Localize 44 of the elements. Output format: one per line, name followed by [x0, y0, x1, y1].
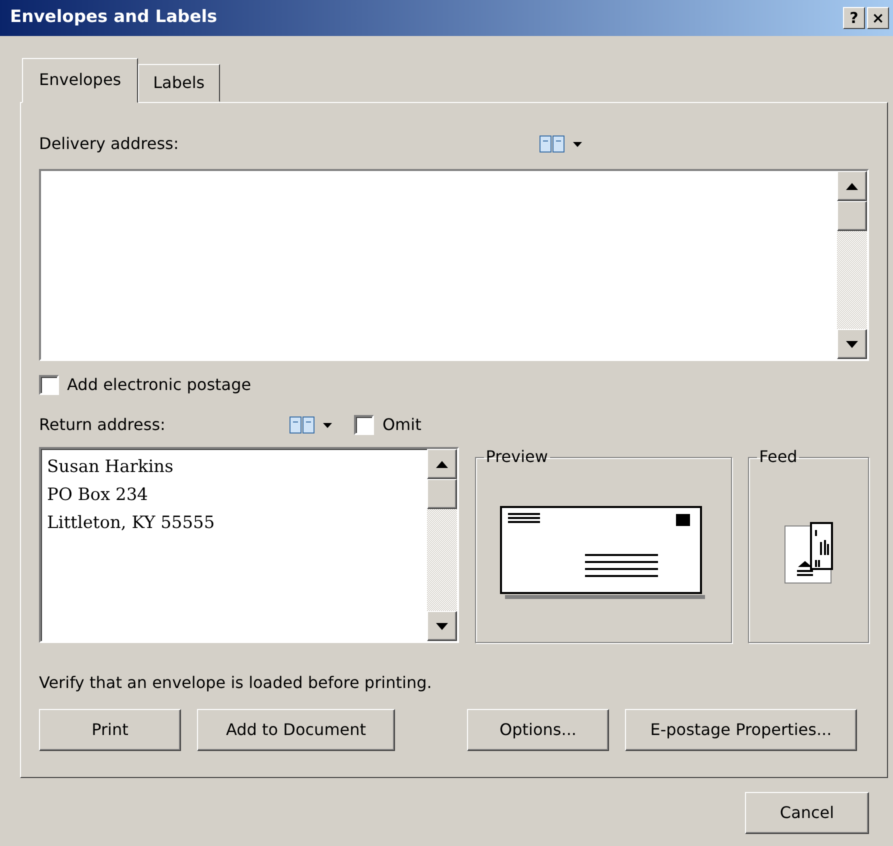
down-arrow-icon	[436, 622, 448, 630]
help-button[interactable]: ?	[843, 7, 865, 29]
address-book-button[interactable]	[538, 134, 582, 154]
feed-panel[interactable]: Feed	[748, 447, 869, 643]
instruction-text: Verify that an envelope is loaded before printing.	[39, 672, 433, 694]
up-arrow-icon	[436, 460, 448, 468]
address-book-icon	[538, 134, 565, 154]
address-book-button[interactable]	[289, 415, 332, 435]
scroll-down-button[interactable]	[837, 329, 867, 359]
dialog-button[interactable]: Add to Document	[197, 709, 395, 751]
caret-icon	[323, 422, 332, 428]
checkbox-label[interactable]: Omit	[382, 413, 422, 437]
cancel-button[interactable]: Cancel	[745, 792, 869, 834]
address-line: Littleton, KY 55555	[47, 512, 216, 535]
dialog-button[interactable]: E-postage Properties...	[625, 709, 857, 751]
field-label: Return address:	[39, 414, 166, 436]
checkbox[interactable]	[354, 415, 374, 435]
checkbox-label[interactable]: Add electronic postage	[67, 373, 252, 397]
delivery-address-field[interactable]	[39, 169, 869, 361]
scrollbar[interactable]	[426, 449, 457, 641]
group-title: Preview	[484, 447, 549, 467]
address-book-icon	[289, 415, 316, 435]
tab[interactable]: Labels	[138, 64, 220, 102]
up-arrow-icon	[846, 182, 858, 190]
scroll-up-button[interactable]	[426, 449, 457, 479]
tab[interactable]: Envelopes	[22, 58, 138, 103]
close-button[interactable]: ×	[867, 7, 889, 29]
scroll-down-button[interactable]	[426, 611, 457, 641]
dialog-button[interactable]: Print	[39, 709, 181, 751]
group-title: Feed	[758, 447, 798, 467]
scroll-thumb[interactable]	[837, 201, 867, 231]
address-line: Susan Harkins	[47, 456, 174, 479]
checkbox[interactable]	[39, 375, 59, 395]
down-arrow-icon	[846, 340, 858, 348]
scrollbar[interactable]	[837, 171, 867, 359]
dialog-button[interactable]: Options...	[467, 709, 609, 751]
scroll-thumb[interactable]	[426, 479, 457, 509]
caret-icon	[572, 142, 582, 146]
scroll-up-button[interactable]	[837, 171, 867, 201]
return-address-field[interactable]: Susan Harkins PO Box 234 Littleton, KY 55555	[39, 447, 459, 643]
envelope-feed-drawing	[784, 522, 834, 584]
window-title: Envelopes and Labels	[10, 6, 218, 30]
address-line: PO Box 234	[47, 484, 149, 507]
field-label: Delivery address:	[39, 133, 179, 155]
